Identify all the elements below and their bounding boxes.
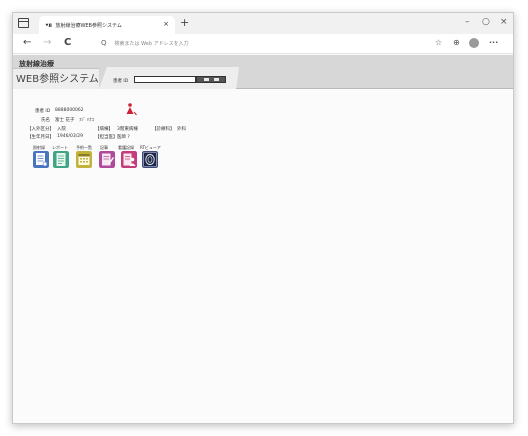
treatment-record-icon[interactable]	[33, 151, 49, 168]
browser-window: •ıı 放射線治療WEB参照システム × + – ○ × ← → C Q 検索ま…	[12, 12, 514, 424]
address-placeholder: 検索または Web アドレスを入力	[114, 40, 189, 47]
patient-id-label: 患者 ID	[35, 109, 51, 114]
tab-title: 放射線治療WEB参照システム	[55, 22, 122, 29]
system-title: WEB参照システム	[13, 68, 99, 89]
collections-icon[interactable]: ⊕	[453, 38, 460, 48]
reservation-list-icon[interactable]	[76, 151, 92, 168]
patient-search-button[interactable]	[196, 76, 226, 83]
more-icon[interactable]: ···	[489, 38, 498, 48]
patient-id-value: 8888000062	[55, 108, 84, 113]
report-icon[interactable]	[53, 151, 69, 168]
favorite-icon[interactable]: ☆	[435, 38, 442, 48]
notes-icon[interactable]	[99, 151, 115, 168]
navigation-bar: ← → C Q 検索または Web アドレスを入力 ☆ ⊕ ···	[13, 34, 513, 54]
maximize-button[interactable]: ○	[482, 16, 490, 28]
physician-value: 医師 ?	[117, 135, 130, 140]
browser-tab[interactable]: •ıı 放射線治療WEB参照システム ×	[39, 16, 175, 34]
patient-name-value: 富士 花子	[55, 118, 75, 123]
app-header: 放射線治療 WEB参照システム 患者 ID	[13, 55, 513, 89]
new-tab-button[interactable]: +	[180, 16, 189, 30]
birth-date-label: 【生年月日】	[27, 135, 54, 140]
physician-label: 【担当医】	[95, 135, 118, 140]
tab-bar: •ıı 放射線治療WEB参照システム × + – ○ ×	[13, 13, 513, 34]
nursing-record-icon[interactable]	[121, 151, 137, 168]
admission-value: 入院	[57, 127, 66, 132]
female-gender-icon	[126, 103, 137, 116]
tab-close-icon[interactable]: ×	[163, 20, 169, 28]
patient-name-label: 氏名	[41, 118, 50, 123]
patient-id-input[interactable]	[134, 76, 196, 83]
patient-name-kana: ﾌｼﾞ ﾊﾅｺ	[79, 118, 94, 123]
page-favicon-icon: •ıı	[45, 21, 52, 29]
search-icon: Q	[101, 39, 107, 47]
minimize-button[interactable]: –	[465, 16, 470, 28]
address-bar[interactable]: Q 検索または Web アドレスを入力	[101, 36, 401, 50]
department-label: 【診療科】	[152, 127, 175, 132]
ward-value: 3階東病棟	[117, 127, 138, 132]
reload-button[interactable]: C	[64, 37, 71, 49]
birth-date-value: 1946/03/29	[57, 134, 83, 139]
department-value: 外科	[177, 127, 186, 132]
tab-actions-icon[interactable]	[18, 18, 29, 28]
profile-avatar[interactable]	[469, 38, 479, 48]
close-window-button[interactable]: ×	[500, 16, 508, 28]
rt-viewer-icon[interactable]	[142, 151, 158, 168]
back-button[interactable]: ←	[23, 37, 31, 49]
patient-id-search-label: 患者 ID	[113, 79, 129, 84]
admission-label: 【入外区分】	[27, 127, 54, 132]
ward-label: 【病棟】	[95, 127, 113, 132]
forward-button[interactable]: →	[43, 37, 51, 49]
